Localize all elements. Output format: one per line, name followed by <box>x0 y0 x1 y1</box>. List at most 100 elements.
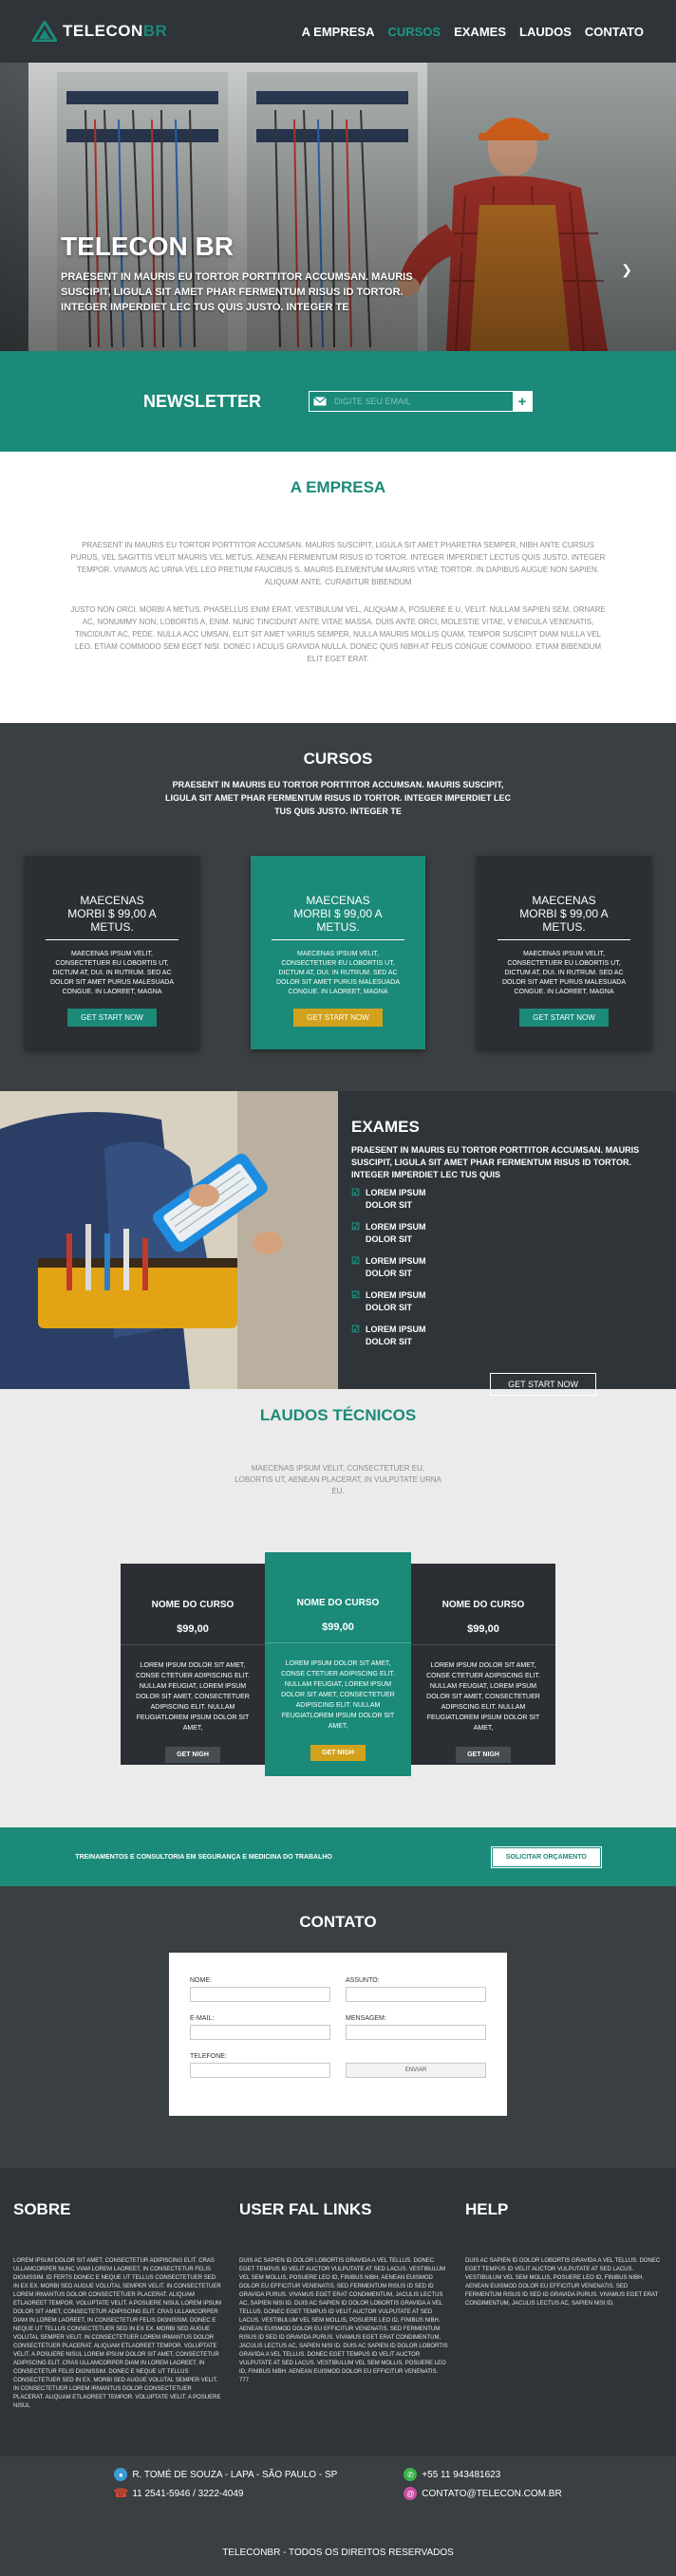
nav-item-contato[interactable]: CONTATO <box>585 25 644 39</box>
hero-subtitle: PRAESENT IN MAURIS EU TORTOR PORTTITOR A… <box>61 271 413 313</box>
nav-item-empresa[interactable]: A EMPRESA <box>302 25 375 39</box>
curso-card-title: MAECENAS MORBI $ 99,00 A METUS. <box>498 894 630 940</box>
email-icon: @ <box>404 2487 418 2500</box>
contato-section: CONTATO NOME: ASSUNTO: E-MAIL: MENSAGEM:… <box>0 1886 676 2168</box>
exames-title: EXAMES <box>351 1118 420 1136</box>
footer-help-text: DUIS AC SAPIEN ID DOLOR LOBORTIS GRAVIDA… <box>465 2258 661 2307</box>
curso-card: MAECENAS MORBI $ 99,00 A METUS. MAECENAS … <box>25 856 199 1049</box>
subject-input[interactable] <box>346 1987 486 2002</box>
name-input[interactable] <box>190 1987 330 2002</box>
subject-field-group: ASSUNTO: <box>346 1977 486 2002</box>
footer-links-title: USER FAL LINKS <box>239 2200 372 2218</box>
hero-text: TELECON BR PRAESENT IN MAURIS EU TORTOR … <box>61 232 441 315</box>
plan-price: $99,00 <box>467 1623 499 1635</box>
cursos-title: CURSOS <box>303 750 373 768</box>
empresa-title: A EMPRESA <box>290 478 386 496</box>
phone-item: ☎ 11 2541-5946 / 3222-4049 <box>113 2486 244 2500</box>
brand-logo[interactable]: TELECONBR <box>32 21 167 42</box>
get-nigh-button[interactable]: GET NIGH <box>456 1747 511 1763</box>
newsletter-form: + <box>309 391 533 412</box>
message-input[interactable] <box>346 2025 486 2040</box>
contato-title: CONTATO <box>299 1913 377 1931</box>
newsletter-title: NEWSLETTER <box>143 391 261 411</box>
request-quote-button[interactable]: SOLICITAR ORÇAMENTO <box>490 1845 602 1868</box>
email-label: E-MAIL: <box>190 2015 215 2022</box>
curso-card-desc: MAECENAS IPSUM VELIT, CONSECTETUER EU LO… <box>501 951 627 995</box>
name-field-group: NOME: <box>190 1977 330 2002</box>
check-icon: ☑ <box>351 1188 360 1198</box>
get-nigh-button[interactable]: GET NIGH <box>310 1745 366 1761</box>
plan-name: NOME DO CURSO <box>441 1600 525 1610</box>
message-label: MENSAGEM: <box>346 2015 386 2022</box>
plan-desc: LOREM IPSUM DOLOR SIT AMET, CONSE CTETUE… <box>426 1662 540 1732</box>
footer-sobre-text: LOREM IPSUM DOLOR SIT AMET, CONSECTETUR … <box>13 2258 222 2409</box>
get-start-now-button[interactable]: GET START NOW <box>67 1009 157 1027</box>
get-nigh-button[interactable]: GET NIGH <box>165 1747 220 1763</box>
footer-links-text: DUIS AC SAPIEN ID DOLOR LOBORTIS GRAVIDA… <box>239 2258 448 2383</box>
check-icon: ☑ <box>351 1290 360 1301</box>
brand-name: TELECONBR <box>63 22 168 40</box>
footer-sobre: SOBRE LOREM IPSUM DOLOR SIT AMET, CONSEC… <box>13 2200 222 2456</box>
phone-input[interactable] <box>190 2063 330 2078</box>
exames-list: ☑ LOREM IPSUM DOLOR SIT ☑ LOREM IPSUM DOLO… <box>351 1187 663 1348</box>
get-start-now-button[interactable]: GET START NOW <box>519 1009 609 1027</box>
curso-card-desc: MAECENAS IPSUM VELIT, CONSECTETUER EU LO… <box>49 951 175 995</box>
message-field-group: MENSAGEM: <box>346 2015 486 2040</box>
footer-contact-right: ✆ +55 11 943481623 @ CONTATO@TELECON.COM… <box>404 2468 562 2540</box>
email-field-group: E-MAIL: <box>190 2015 330 2040</box>
phone-icon: ☎ <box>113 2486 129 2500</box>
chevron-right-icon[interactable]: ❯ <box>621 262 632 278</box>
list-item: ☑ LOREM IPSUM DOLOR SIT <box>351 1290 426 1312</box>
list-item: ☑ LOREM IPSUM DOLOR SIT <box>351 1222 426 1244</box>
exames-list-row: ☑ LOREM IPSUM DOLOR SIT ☑ LOREM IPSUM DOLO… <box>351 1187 663 1396</box>
name-label: NOME: <box>190 1977 212 1984</box>
laudos-title: LAUDOS TÉCNICOS <box>259 1406 417 1424</box>
nav-item-laudos[interactable]: LAUDOS <box>519 25 572 39</box>
email-item[interactable]: @ CONTATO@TELECON.COM.BR <box>404 2487 562 2500</box>
footer-columns: SOBRE LOREM IPSUM DOLOR SIT AMET, CONSEC… <box>0 2168 676 2456</box>
send-button[interactable]: ENVIAR <box>346 2063 486 2078</box>
plan-desc: LOREM IPSUM DOLOR SIT AMET, CONSE CTETUE… <box>136 1662 250 1732</box>
exames-get-start-button[interactable]: GET START NOW <box>490 1373 596 1396</box>
nav-item-cursos[interactable]: CURSOS <box>387 25 441 39</box>
envelope-icon <box>310 392 330 411</box>
banner-text: TREINAMENTOS E CONSULTORIA EM SEGURANÇA … <box>75 1853 332 1861</box>
list-item: ☑ LOREM IPSUM DOLOR SIT <box>351 1188 426 1210</box>
email-input[interactable] <box>190 2025 330 2040</box>
footer-help-title: HELP <box>465 2200 509 2218</box>
plan-name: NOME DO CURSO <box>151 1600 235 1610</box>
whatsapp-item[interactable]: ✆ +55 11 943481623 <box>404 2468 561 2481</box>
curso-card-featured: MAECENAS MORBI $ 99,00 A METUS. MAECENAS … <box>251 856 425 1049</box>
hero-title: TELECON BR <box>61 232 234 261</box>
curso-card-desc: MAECENAS IPSUM VELIT, CONSECTETUER EU LO… <box>275 951 401 995</box>
exames-section: EXAMES PRAESENT IN MAURIS EU TORTOR PORT… <box>0 1091 676 1396</box>
address-item: ● R. TOMÉ DE SOUZA - LAPA - SÃO PAULO - … <box>114 2468 337 2481</box>
nav-item-exames[interactable]: EXAMES <box>454 25 506 39</box>
curso-card: MAECENAS MORBI $ 99,00 A METUS. MAECENAS … <box>477 856 651 1049</box>
plan-card: NOME DO CURSO $99,00 LOREM IPSUM DOLOR S… <box>411 1564 555 1765</box>
check-icon: ☑ <box>351 1256 360 1267</box>
location-pin-icon: ● <box>114 2468 128 2481</box>
list-item: ☑ LOREM IPSUM DOLOR SIT <box>351 1325 426 1346</box>
newsletter-section: NEWSLETTER + <box>0 351 676 452</box>
cursos-cards: MAECENAS MORBI $ 99,00 A METUS. MAECENAS … <box>0 856 676 1049</box>
curso-card-title: MAECENAS MORBI $ 99,00 A METUS. <box>46 894 178 940</box>
laudos-section: LAUDOS TÉCNICOS MAECENAS IPSUM VELIT, CO… <box>0 1389 676 1827</box>
newsletter-submit-button[interactable]: + <box>513 392 532 411</box>
plan-price: $99,00 <box>322 1622 354 1633</box>
empresa-paragraph-2: JUSTO NON ORCI. MORBI A METUS. PHASELLUS… <box>70 605 606 663</box>
plan-card-featured: NOME DO CURSO $99,00 LOREM IPSUM DOLOR S… <box>265 1552 411 1776</box>
plan-desc: LOREM IPSUM DOLOR SIT AMET, CONSE CTETUE… <box>281 1660 395 1730</box>
plan-card: NOME DO CURSO $99,00 LOREM IPSUM DOLOR S… <box>121 1564 265 1765</box>
plan-header: NOME DO CURSO $99,00 <box>121 1564 265 1645</box>
footer-contact: ● R. TOMÉ DE SOUZA - LAPA - SÃO PAULO - … <box>0 2456 676 2540</box>
empresa-paragraph-1: PRAESENT IN MAURIS EU TORTOR PORTTITOR A… <box>70 541 606 586</box>
hero-banner: TELECON BR PRAESENT IN MAURIS EU TORTOR … <box>0 63 676 351</box>
get-start-now-button[interactable]: GET START NOW <box>293 1009 383 1027</box>
plan-header: NOME DO CURSO $99,00 <box>411 1564 555 1645</box>
newsletter-email-input[interactable] <box>330 392 513 411</box>
footer-help: HELP DUIS AC SAPIEN ID DOLOR LOBORTIS GR… <box>465 2200 663 2456</box>
phone-field-group: TELEFONE: <box>190 2053 330 2078</box>
plan-header: NOME DO CURSO $99,00 <box>265 1552 411 1643</box>
check-icon: ☑ <box>351 1222 360 1232</box>
